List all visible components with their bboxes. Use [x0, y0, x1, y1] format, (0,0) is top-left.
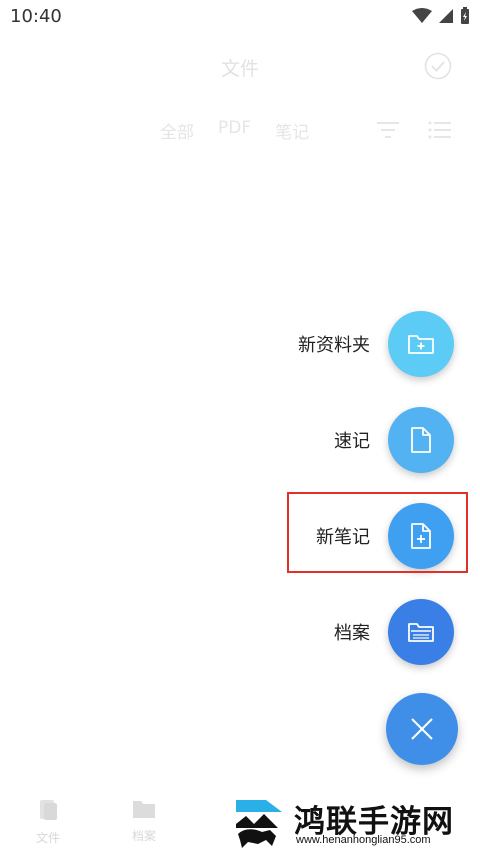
tab-notes[interactable]: 笔记	[275, 118, 309, 143]
watermark-url: www.henanhonglian95.com	[296, 834, 431, 846]
tab-pdf[interactable]: PDF	[218, 118, 251, 143]
folder-icon	[408, 623, 434, 642]
watermark-logo-icon	[234, 796, 288, 848]
status-icons	[412, 7, 470, 25]
nav-label-archive: 档案	[131, 829, 156, 843]
nav-item-archive[interactable]: 档案	[114, 798, 174, 844]
battery-icon	[461, 7, 469, 24]
signal-icon	[439, 9, 453, 23]
fab-item-archive[interactable]: 档案	[280, 597, 480, 667]
filter-icon[interactable]	[376, 120, 400, 144]
nav-item-files[interactable]: 文件	[18, 798, 78, 846]
filter-tabs: 全部 PDF 笔记	[160, 118, 309, 143]
wifi-icon	[412, 8, 432, 23]
document-icon	[411, 427, 431, 453]
close-fab-button[interactable]	[386, 693, 458, 765]
fab-label-archive: 档案	[334, 623, 370, 644]
check-circle-icon[interactable]	[424, 52, 452, 80]
fab-label-quick-note: 速记	[334, 431, 370, 452]
fab-item-quick-note[interactable]: 速记	[280, 405, 480, 475]
status-bar: 10:40	[0, 0, 480, 34]
folder-icon	[133, 801, 155, 818]
fab-item-new-folder[interactable]: 新资料夹	[280, 309, 480, 379]
list-view-icon[interactable]	[428, 120, 452, 144]
new-folder-button[interactable]	[388, 311, 454, 377]
page-title: 文件	[220, 58, 259, 80]
close-icon	[411, 718, 433, 740]
archive-button[interactable]	[388, 599, 454, 665]
watermark: 鸿联手游网 www.henanhonglian95.com	[228, 790, 480, 853]
status-time: 10:40	[10, 6, 62, 27]
quick-note-button[interactable]	[388, 407, 454, 473]
folder-plus-icon	[408, 335, 434, 354]
nav-label-files: 文件	[35, 831, 60, 845]
file-icon	[40, 800, 57, 820]
fab-label-new-folder: 新资料夹	[298, 335, 370, 356]
tab-all[interactable]: 全部	[160, 118, 194, 143]
highlight-box	[287, 492, 468, 573]
